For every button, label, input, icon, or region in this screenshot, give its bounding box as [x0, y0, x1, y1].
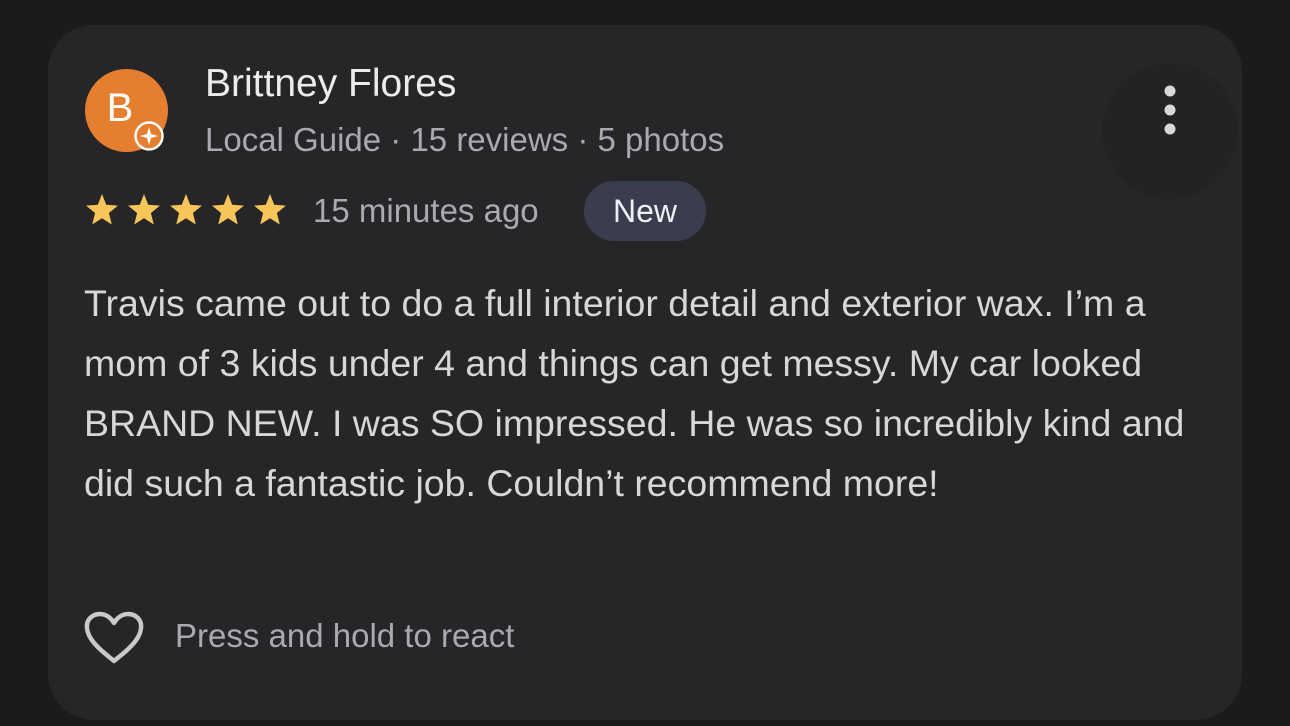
react-button[interactable]: Press and hold to react [82, 608, 682, 668]
more-vertical-icon[interactable] [1157, 84, 1183, 136]
reviewer-meta: Local Guide · 15 reviews · 5 photos [205, 121, 725, 158]
reviewer-name[interactable]: Brittney Flores [205, 61, 456, 107]
new-badge: New [584, 181, 706, 241]
local-guide-badge-icon [134, 121, 164, 151]
star-icon [86, 194, 118, 225]
review-card: B Brittney Flores Local Guide · 15 revie… [48, 25, 1242, 720]
star-icon [212, 194, 244, 225]
review-time: 15 minutes ago [313, 192, 539, 229]
react-label: Press and hold to react [175, 617, 515, 654]
star-icon [170, 194, 202, 225]
review-text: Travis came out to do a full interior de… [84, 282, 1185, 504]
star-icon [254, 194, 286, 225]
star-icon [128, 194, 160, 225]
star-rating [86, 194, 286, 225]
heart-outline-icon[interactable] [82, 610, 146, 666]
